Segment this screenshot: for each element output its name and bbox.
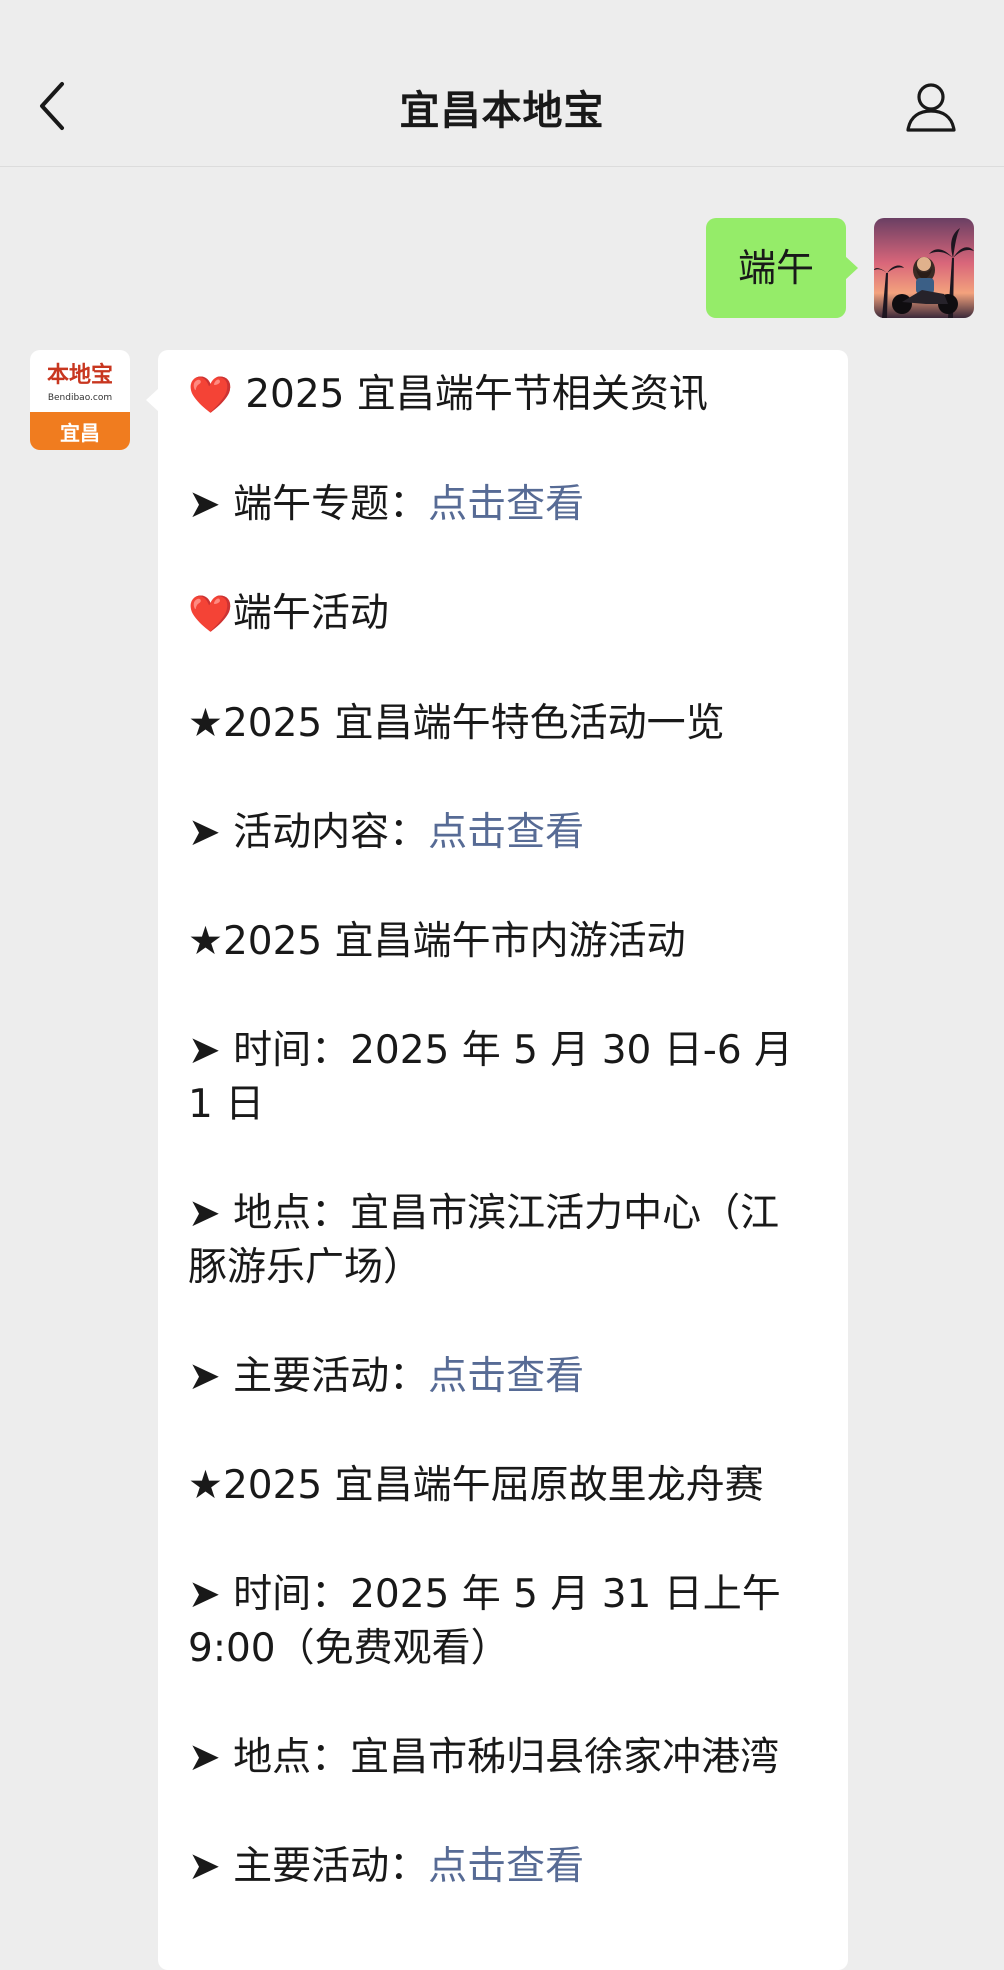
user-avatar[interactable] <box>874 218 974 318</box>
paragraph-text: ★2025 宜昌端午特色活动一览 <box>188 701 725 746</box>
paragraph-text: ★2025 宜昌端午屈原故里龙舟赛 <box>188 1463 764 1508</box>
paragraph-label: 活动内容： <box>233 810 429 855</box>
main-activity-link[interactable]: 点击查看 <box>428 1354 584 1399</box>
bubble-tail <box>146 388 159 412</box>
incoming-bubble[interactable]: ❤️ 2025 宜昌端午节相关资讯 ➤ 端午专题：点击查看 ❤️端午活动 ★20… <box>146 350 848 1970</box>
heart-icon: ❤️ <box>188 594 233 635</box>
paragraph-text: 地点：宜昌市秭归县徐家冲港湾 <box>233 1735 780 1780</box>
arrow-icon: ➤ <box>188 1191 221 1236</box>
activity-content-link[interactable]: 点击查看 <box>428 810 584 855</box>
top-nav-bar: 宜昌本地宝 <box>0 0 1004 167</box>
message-paragraph: ❤️端午活动 <box>188 587 818 642</box>
message-paragraph: ➤ 时间：2025 年 5 月 31 日上午 9:00（免费观看） <box>188 1568 818 1676</box>
message-paragraph: ➤ 主要活动：点击查看 <box>188 1840 818 1894</box>
arrow-icon: ➤ <box>188 810 221 855</box>
message-paragraph: ➤ 主要活动：点击查看 <box>188 1350 818 1404</box>
paragraph-text: 2025 宜昌端午节相关资讯 <box>245 372 708 417</box>
svg-text:本地宝: 本地宝 <box>47 362 113 388</box>
arrow-icon: ➤ <box>188 1354 221 1399</box>
message-paragraph: ➤ 时间：2025 年 5 月 30 日-6 月 1 日 <box>188 1024 818 1132</box>
message-paragraph: ★2025 宜昌端午特色活动一览 <box>188 697 818 751</box>
arrow-icon: ➤ <box>188 1028 221 1073</box>
heart-icon: ❤️ <box>188 375 233 416</box>
chat-title: 宜昌本地宝 <box>399 88 605 134</box>
profile-button[interactable] <box>903 78 959 134</box>
person-icon <box>906 83 956 132</box>
bendibao-logo: 本地宝 Bendibao.com 宜昌 <box>30 350 130 450</box>
outgoing-bubble[interactable]: 端午 <box>705 218 858 318</box>
user-avatar-image <box>874 218 974 318</box>
message-paragraph: ➤ 地点：宜昌市秭归县徐家冲港湾 <box>188 1731 818 1785</box>
message-paragraph: ➤ 活动内容：点击查看 <box>188 806 818 860</box>
message-paragraph: ★2025 宜昌端午屈原故里龙舟赛 <box>188 1459 818 1513</box>
account-avatar[interactable]: 本地宝 Bendibao.com 宜昌 <box>30 350 130 450</box>
message-paragraph: ➤ 地点：宜昌市滨江活力中心（江豚游乐广场） <box>188 1187 818 1295</box>
paragraph-text: 时间：2025 年 5 月 31 日上午 9:00（免费观看） <box>188 1572 781 1671</box>
paragraph-text: ★2025 宜昌端午市内游活动 <box>188 919 686 964</box>
arrow-icon: ➤ <box>188 1572 221 1617</box>
paragraph-label: 端午专题： <box>233 482 429 527</box>
message-paragraph: ★2025 宜昌端午市内游活动 <box>188 915 818 969</box>
svg-text:Bendibao.com: Bendibao.com <box>48 393 112 403</box>
paragraph-text: 时间：2025 年 5 月 30 日-6 月 1 日 <box>188 1028 794 1127</box>
message-paragraph: ➤ 端午专题：点击查看 <box>188 478 818 532</box>
paragraph-text: 地点：宜昌市滨江活力中心（江豚游乐广场） <box>188 1191 780 1290</box>
message-content: ❤️ 2025 宜昌端午节相关资讯 ➤ 端午专题：点击查看 ❤️端午活动 ★20… <box>188 368 818 1949</box>
arrow-icon: ➤ <box>188 1844 221 1889</box>
topic-link[interactable]: 点击查看 <box>428 482 584 527</box>
bubble-tail <box>845 256 858 280</box>
arrow-icon: ➤ <box>188 482 221 527</box>
paragraph-label: 主要活动： <box>233 1354 429 1399</box>
message-paragraph: ❤️ 2025 宜昌端午节相关资讯 <box>188 368 818 423</box>
outgoing-text: 端午 <box>737 246 814 290</box>
svg-text:宜昌: 宜昌 <box>60 421 100 445</box>
paragraph-text: 端午活动 <box>232 591 389 636</box>
arrow-icon: ➤ <box>188 1735 221 1780</box>
paragraph-label: 主要活动： <box>233 1844 429 1889</box>
main-activity-link[interactable]: 点击查看 <box>428 1844 584 1889</box>
